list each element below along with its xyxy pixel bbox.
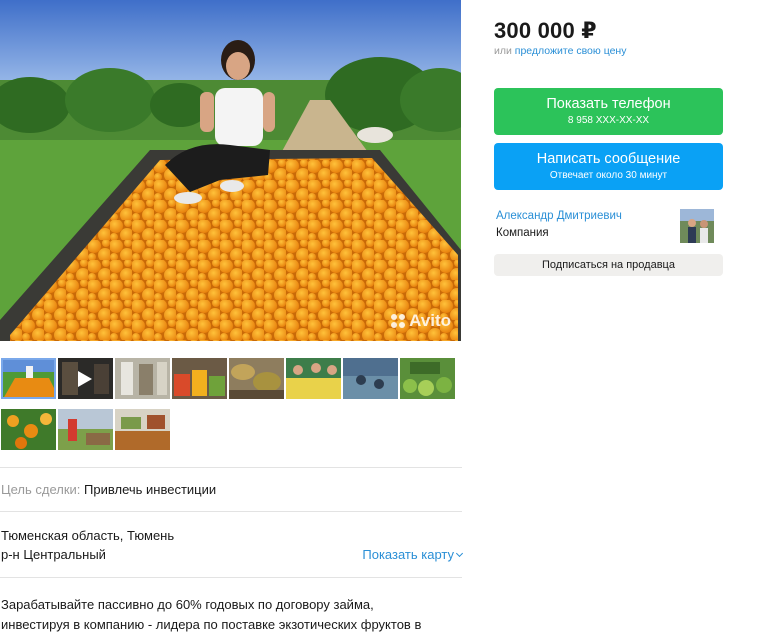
- divider: [0, 467, 462, 468]
- show-map-label: Показать карту: [362, 547, 454, 562]
- thumbnail-1[interactable]: [1, 358, 56, 399]
- address-region: Тюменская область, Тюмень: [1, 528, 175, 543]
- watermark-text: Avito: [409, 311, 451, 330]
- thumbnail-7[interactable]: [343, 358, 398, 399]
- main-photo[interactable]: Avito: [0, 0, 461, 341]
- divider: [0, 577, 462, 578]
- thumbnail-10[interactable]: [58, 409, 113, 450]
- description-text: Зарабатывайте пассивно до 60% годовых по…: [1, 597, 422, 632]
- deal-goal-value: Привлечь инвестиции: [84, 482, 217, 497]
- show-phone-button[interactable]: Показать телефон 8 958 XXX-XX-XX: [494, 88, 723, 135]
- chevron-down-icon: [455, 549, 464, 557]
- seller-name-link[interactable]: Александр Дмитриевич: [496, 210, 622, 222]
- avito-logo-icon: [391, 314, 406, 328]
- write-message-label: Написать сообщение: [536, 151, 681, 167]
- show-phone-label: Показать телефон: [546, 96, 671, 112]
- thumbnail-3[interactable]: [115, 358, 170, 399]
- offer-price-link[interactable]: предложите свою цену: [515, 45, 627, 57]
- thumbnail-9[interactable]: [1, 409, 56, 450]
- price-offer: или предложите свою цену: [494, 45, 626, 57]
- subscribe-seller-button[interactable]: Подписаться на продавца: [494, 254, 723, 276]
- response-time: Отвечает около 30 минут: [549, 170, 668, 181]
- thumbnail-8[interactable]: [400, 358, 455, 399]
- oranges-photo: [0, 0, 461, 341]
- thumbnail-5[interactable]: [229, 358, 284, 399]
- thumbnail-11[interactable]: [115, 409, 170, 450]
- show-map-link[interactable]: Показать карту: [362, 547, 464, 562]
- price: 300 000 ₽: [494, 18, 597, 43]
- thumbnail-video[interactable]: [58, 358, 113, 399]
- divider: [0, 511, 462, 512]
- deal-goal: Цель сделки: Привлечь инвестиции: [1, 482, 216, 497]
- seller-type: Компания: [496, 227, 549, 239]
- deal-goal-label: Цель сделки:: [1, 482, 81, 497]
- thumbnail-6[interactable]: [286, 358, 341, 399]
- offer-prefix: или: [494, 45, 512, 57]
- address-district: р-н Центральный: [1, 547, 106, 562]
- seller-avatar[interactable]: [680, 209, 714, 243]
- avito-watermark: Avito: [391, 311, 451, 331]
- thumbnail-4[interactable]: [172, 358, 227, 399]
- play-icon: [78, 371, 92, 387]
- write-message-button[interactable]: Написать сообщение Отвечает около 30 мин…: [494, 143, 723, 190]
- phone-number: 8 958 XXX-XX-XX: [567, 115, 650, 126]
